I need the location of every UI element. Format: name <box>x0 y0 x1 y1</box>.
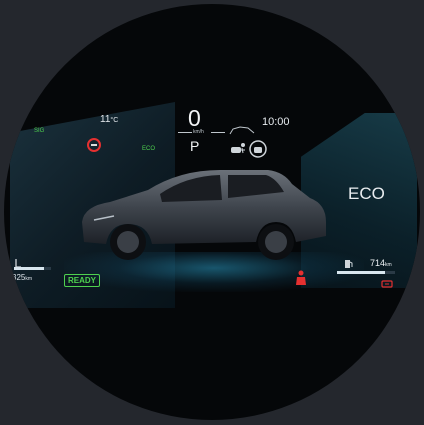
indicator-label: SIG <box>34 128 45 134</box>
seatbelt-warning-icon <box>296 270 306 285</box>
battery-gauge-fill <box>14 267 44 270</box>
no-entry-warning-icon <box>87 138 101 152</box>
battery-gauge <box>14 267 51 270</box>
instrument-cluster-dial: SIG 11°C 0 km/h P ECO 10:00 ECO 325km RE… <box>4 4 420 420</box>
ev-range: 325km <box>12 273 33 282</box>
pre-collision-icon <box>231 143 245 154</box>
battery-warning-icon <box>381 280 393 288</box>
eco-indicator: ECO <box>142 146 156 152</box>
fuel-pump-icon <box>345 260 353 268</box>
speed-divider-left <box>178 132 192 133</box>
car-icon <box>229 126 255 135</box>
drive-mode: ECO <box>348 184 385 203</box>
gear-indicator: P <box>190 138 200 154</box>
speed-readout: 0 <box>188 105 201 131</box>
fuel-gauge <box>337 271 395 274</box>
speed-divider-right <box>211 132 225 133</box>
ready-indicator: READY <box>64 274 101 287</box>
fuel-range: 714km <box>370 258 392 268</box>
fuel-gauge-fill <box>337 271 385 274</box>
speed-unit: km/h <box>193 129 204 135</box>
outside-temperature: 11°C <box>100 114 119 125</box>
clock: 10:00 <box>262 116 290 128</box>
vehicle-image <box>82 170 326 260</box>
lane-assist-icon <box>249 140 267 158</box>
